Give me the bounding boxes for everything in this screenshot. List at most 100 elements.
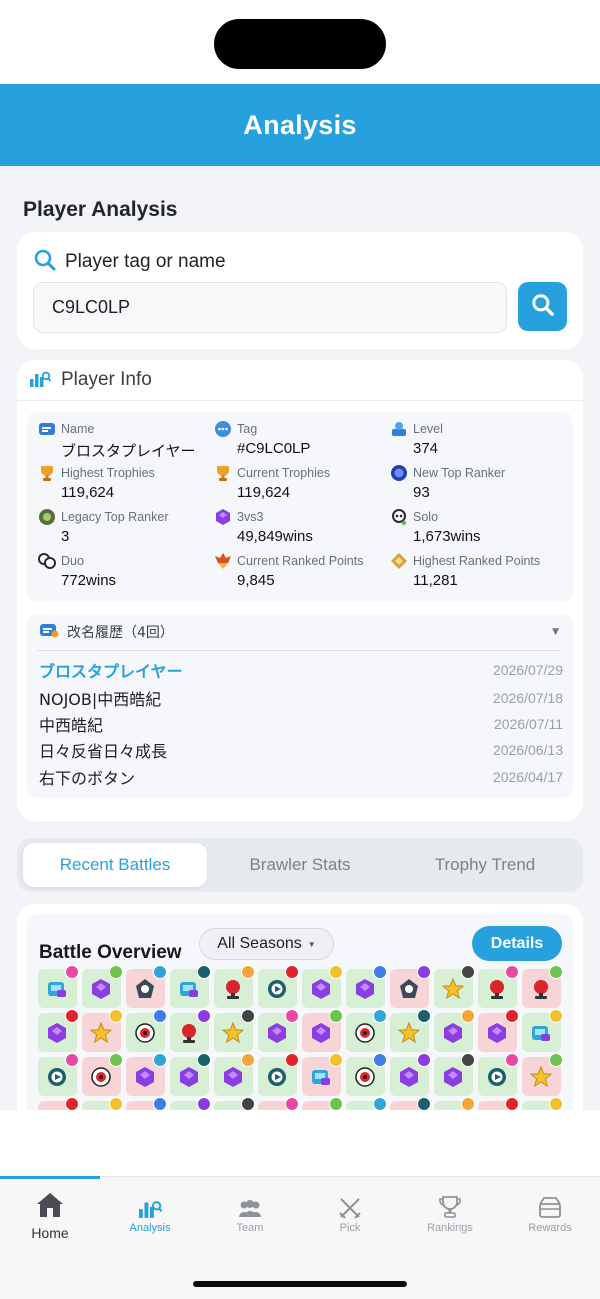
brawler-avatar-icon xyxy=(285,1097,299,1110)
battle-result-loss[interactable] xyxy=(126,1053,167,1096)
brawler-avatar-icon xyxy=(109,1097,123,1110)
brawler-avatar-icon xyxy=(153,1097,167,1110)
star-mode-icon xyxy=(442,978,464,1000)
stat-value: 9,845 xyxy=(237,572,275,589)
hotzone-mode-icon xyxy=(354,1066,376,1088)
battle-result-win[interactable] xyxy=(214,1053,255,1096)
battle-result-loss[interactable] xyxy=(126,1097,167,1110)
battle-result-win[interactable] xyxy=(478,965,519,1008)
content-bottom xyxy=(0,1110,600,1176)
battle-result-loss[interactable] xyxy=(390,965,431,1008)
brawler-avatar-icon xyxy=(549,1097,563,1110)
brawler-avatar-icon xyxy=(285,965,299,979)
gem-mode-icon xyxy=(442,1022,464,1044)
battle-result-win[interactable] xyxy=(82,1097,123,1110)
battle-result-win[interactable] xyxy=(258,1009,299,1052)
battle-result-win[interactable] xyxy=(126,1009,167,1052)
battle-result-win[interactable] xyxy=(214,1097,255,1110)
battle-result-win[interactable] xyxy=(302,965,343,1008)
skull-icon xyxy=(389,508,409,526)
battle-result-loss[interactable] xyxy=(302,1097,343,1110)
battle-result-win[interactable] xyxy=(258,965,299,1008)
hotzone-mode-icon xyxy=(354,1022,376,1044)
battle-result-win[interactable] xyxy=(390,1009,431,1052)
battle-result-loss[interactable] xyxy=(302,1009,343,1052)
brawlball-mode-icon xyxy=(178,1022,200,1044)
battle-result-win[interactable] xyxy=(170,1009,211,1052)
stat-duo: Duo 772wins xyxy=(37,552,213,589)
nav-home[interactable]: Home xyxy=(0,1189,100,1245)
battle-result-win[interactable] xyxy=(434,1097,475,1110)
battle-result-win[interactable] xyxy=(38,965,79,1008)
stat-label: Legacy Top Ranker xyxy=(61,510,169,524)
stat-value: 119,624 xyxy=(61,484,115,501)
history-name: 右下のボタン xyxy=(39,769,136,788)
name-history-item: 中西皓紀 2026/07/11 xyxy=(39,712,563,736)
stat-name: Name ブロスタプレイヤー xyxy=(37,420,213,461)
battle-result-win[interactable] xyxy=(478,1053,519,1096)
battle-result-win[interactable] xyxy=(170,965,211,1008)
gem-icon xyxy=(213,508,233,526)
battle-result-loss[interactable] xyxy=(478,1097,519,1110)
nav-rewards[interactable]: Rewards xyxy=(500,1189,600,1245)
battle-result-win[interactable] xyxy=(38,1009,79,1052)
battle-result-loss[interactable] xyxy=(126,965,167,1008)
battle-result-win[interactable] xyxy=(346,1053,387,1096)
battle-result-loss[interactable] xyxy=(478,1009,519,1052)
battle-result-win[interactable] xyxy=(214,1009,255,1052)
chevron-down-icon: ▼ xyxy=(307,939,316,949)
hotzone-mode-icon xyxy=(134,1022,156,1044)
chevron-down-icon[interactable]: ▼ xyxy=(552,627,559,637)
details-button[interactable]: Details xyxy=(472,926,562,961)
battle-result-win[interactable] xyxy=(346,1009,387,1052)
battle-result-win[interactable] xyxy=(434,1009,475,1052)
gem-mode-icon xyxy=(442,1066,464,1088)
tab-trophy-trend[interactable]: Trophy Trend xyxy=(393,843,577,887)
battle-result-loss[interactable] xyxy=(390,1097,431,1110)
nav-rankings[interactable]: Rankings xyxy=(400,1189,500,1245)
nav-team[interactable]: Team xyxy=(200,1189,300,1245)
brawler-avatar-icon xyxy=(373,1053,387,1067)
battle-result-win[interactable] xyxy=(390,1053,431,1096)
trophy-icon xyxy=(213,464,233,482)
battle-result-loss[interactable] xyxy=(302,1053,343,1096)
season-select[interactable]: All Seasons ▼ xyxy=(199,928,334,960)
battle-result-win[interactable] xyxy=(214,965,255,1008)
tab-recent-battles[interactable]: Recent Battles xyxy=(23,843,207,887)
battle-result-loss[interactable] xyxy=(522,1053,563,1096)
gem-mode-icon xyxy=(310,978,332,1000)
ranked-icon xyxy=(213,552,233,570)
brawler-avatar-icon xyxy=(505,1009,519,1023)
battle-result-loss[interactable] xyxy=(82,1009,123,1052)
battle-result-win[interactable] xyxy=(434,1053,475,1096)
brawler-avatar-icon xyxy=(329,965,343,979)
battle-result-win[interactable] xyxy=(38,1053,79,1096)
tab-brawler-stats[interactable]: Brawler Stats xyxy=(208,843,392,887)
battle-result-loss[interactable] xyxy=(38,1097,79,1110)
battle-result-loss[interactable] xyxy=(522,965,563,1008)
battle-result-win[interactable] xyxy=(170,1097,211,1110)
battle-result-win[interactable] xyxy=(522,1009,563,1052)
brawler-avatar-icon xyxy=(549,965,563,979)
battle-result-loss[interactable] xyxy=(258,1097,299,1110)
nav-pick[interactable]: Pick xyxy=(300,1189,400,1245)
battle-result-win[interactable] xyxy=(434,965,475,1008)
home-icon xyxy=(35,1189,65,1219)
battle-result-win[interactable] xyxy=(82,965,123,1008)
nav-analysis[interactable]: Analysis xyxy=(100,1189,200,1245)
home-indicator xyxy=(193,1281,407,1287)
stat-value: 374 xyxy=(413,440,439,457)
pick-icon xyxy=(338,1189,362,1219)
battle-result-win[interactable] xyxy=(170,1053,211,1096)
stat-level: Level 374 xyxy=(389,420,565,457)
name-history[interactable]: 改名履歴（4回） ▼ ブロスタプレイヤー 2026/07/29 NOJOB|中西… xyxy=(27,614,573,798)
battle-result-win[interactable] xyxy=(346,1097,387,1110)
search-input[interactable] xyxy=(33,282,507,333)
search-button[interactable] xyxy=(518,282,567,331)
battle-result-win[interactable] xyxy=(522,1097,563,1110)
battle-result-win[interactable] xyxy=(346,965,387,1008)
battle-result-win[interactable] xyxy=(258,1053,299,1096)
battle-result-loss[interactable] xyxy=(82,1053,123,1096)
brawler-avatar-icon xyxy=(153,965,167,979)
name-history-header[interactable]: 改名履歴（4回） xyxy=(39,622,174,642)
